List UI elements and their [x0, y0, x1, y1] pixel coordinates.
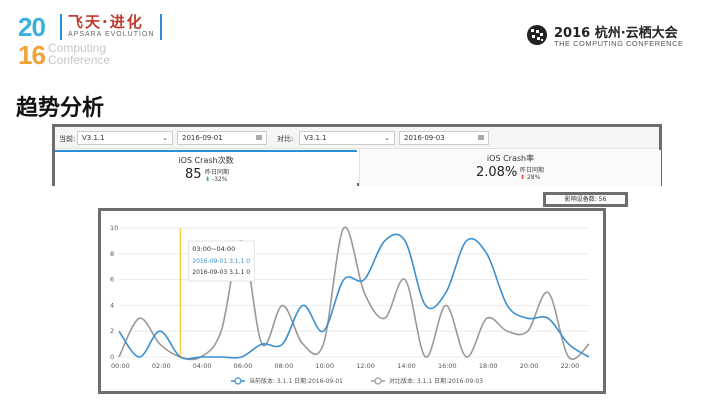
- x-tick-label: 22:00: [561, 362, 580, 370]
- y-tick-label: 0: [110, 353, 114, 361]
- metric-sub-label: 昨日同期: [520, 167, 545, 174]
- trend-chart: 0 2 4 6 8 10 00:00 02:00 04:00 06:00 08:00 10:00 12:…: [98, 208, 606, 394]
- conference-mark-icon: [527, 25, 547, 45]
- y-tick-label: 8: [110, 250, 114, 258]
- tab-crash-count[interactable]: iOS Crash次数 85 昨日同期 ⬇ -32%: [55, 150, 357, 186]
- arrow-down-icon: ⬇: [205, 176, 211, 183]
- current-version-select[interactable]: V3.1.1 ⌄: [77, 131, 173, 145]
- chevron-down-icon: ⌄: [162, 134, 168, 142]
- filter-row: 当前: V3.1.1 ⌄ 2016-09-01 对比: V3.1.1 ⌄ 201…: [55, 127, 659, 149]
- logo-year-bottom: 16: [18, 40, 46, 70]
- tab-crash-rate[interactable]: iOS Crash率 2.08% 昨日同期 ⬆ 28%: [359, 150, 661, 186]
- current-date-value: 2016-09-01: [182, 134, 223, 142]
- metrics-panel: 当前: V3.1.1 ⌄ 2016-09-01 对比: V3.1.1 ⌄ 201…: [52, 124, 662, 186]
- tooltip-title: 03:00~04:00: [192, 245, 235, 253]
- x-tick-label: 20:00: [520, 362, 539, 370]
- x-tick-label: 14:00: [397, 362, 416, 370]
- current-date-input[interactable]: 2016-09-01: [177, 131, 267, 145]
- page-title: 趋势分析: [16, 96, 105, 121]
- compare-version-select[interactable]: V3.1.1 ⌄: [299, 131, 395, 145]
- legend-marker: [234, 377, 242, 385]
- compare-label: 对比:: [277, 135, 294, 143]
- x-tick-label: 18:00: [479, 362, 498, 370]
- legend-label: 对比版本: 3.1.1 日期:2016-09-03: [389, 377, 483, 385]
- y-tick-label: 6: [110, 276, 114, 284]
- calendar-icon: [478, 135, 484, 140]
- metric-change: ⬆ 28%: [520, 174, 541, 181]
- conference-subtitle: THE COMPUTING CONFERENCE: [554, 39, 684, 48]
- compare-date-value: 2016-09-03: [404, 134, 445, 142]
- x-tick-label: 12:00: [356, 362, 375, 370]
- metric-sub-label: 昨日同期: [205, 169, 230, 176]
- x-tick-label: 00:00: [111, 362, 130, 370]
- x-tick-label: 08:00: [274, 362, 293, 370]
- apsara-logo: 20 16 Computing Conference 飞天·进化 APSARA …: [18, 14, 188, 76]
- chevron-down-icon: ⌄: [384, 134, 390, 142]
- calendar-icon: [256, 135, 262, 140]
- compare-date-input[interactable]: 2016-09-03: [399, 131, 489, 145]
- logo-en-text: APSARA EVOLUTION: [68, 31, 155, 38]
- metric-title: iOS Crash次数: [178, 156, 234, 165]
- y-tick-label: 2: [110, 327, 114, 335]
- trend-chart-svg: 0 2 4 6 8 10 00:00 02:00 04:00 06:00 08:00 10:00 12:…: [110, 224, 590, 385]
- legend-label: 当前版本: 3.1.1 日期:2016-09-01: [249, 377, 343, 385]
- logo-box: 飞天·进化 APSARA EVOLUTION: [60, 13, 163, 40]
- y-tick-label: 10: [110, 224, 118, 232]
- x-tick-label: 10:00: [315, 362, 334, 370]
- compare-version-value: V3.1.1: [304, 134, 327, 142]
- conference-logo: 2016 杭州·云栖大会 THE COMPUTING CONFERENCE: [526, 22, 696, 52]
- tooltip-row: 2016-09-01 3.1.1 0: [192, 258, 250, 265]
- logo-computing: Computing Conference: [48, 41, 111, 67]
- x-tick-label: 02:00: [152, 362, 171, 370]
- metric-value: 85: [185, 167, 202, 182]
- metric-title: iOS Crash率: [486, 154, 535, 163]
- current-version-value: V3.1.1: [82, 134, 105, 142]
- metric-value: 2.08%: [476, 165, 518, 180]
- logo-cn-text: 飞天·进化: [68, 13, 144, 31]
- tooltip-row: 2016-09-03 3.1.1 0: [192, 269, 250, 276]
- legend-marker: [374, 377, 382, 385]
- y-tick-label: 4: [110, 301, 114, 309]
- device-count-badge: 影响设备数: 56: [543, 192, 628, 207]
- x-tick-label: 16:00: [438, 362, 457, 370]
- current-label: 当前:: [59, 135, 76, 143]
- arrow-up-icon: ⬆: [520, 174, 526, 181]
- x-tick-label: 06:00: [234, 362, 253, 370]
- x-tick-label: 04:00: [193, 362, 212, 370]
- metric-change: ⬇ -32%: [205, 176, 228, 183]
- logo-year-top: 20: [18, 12, 46, 42]
